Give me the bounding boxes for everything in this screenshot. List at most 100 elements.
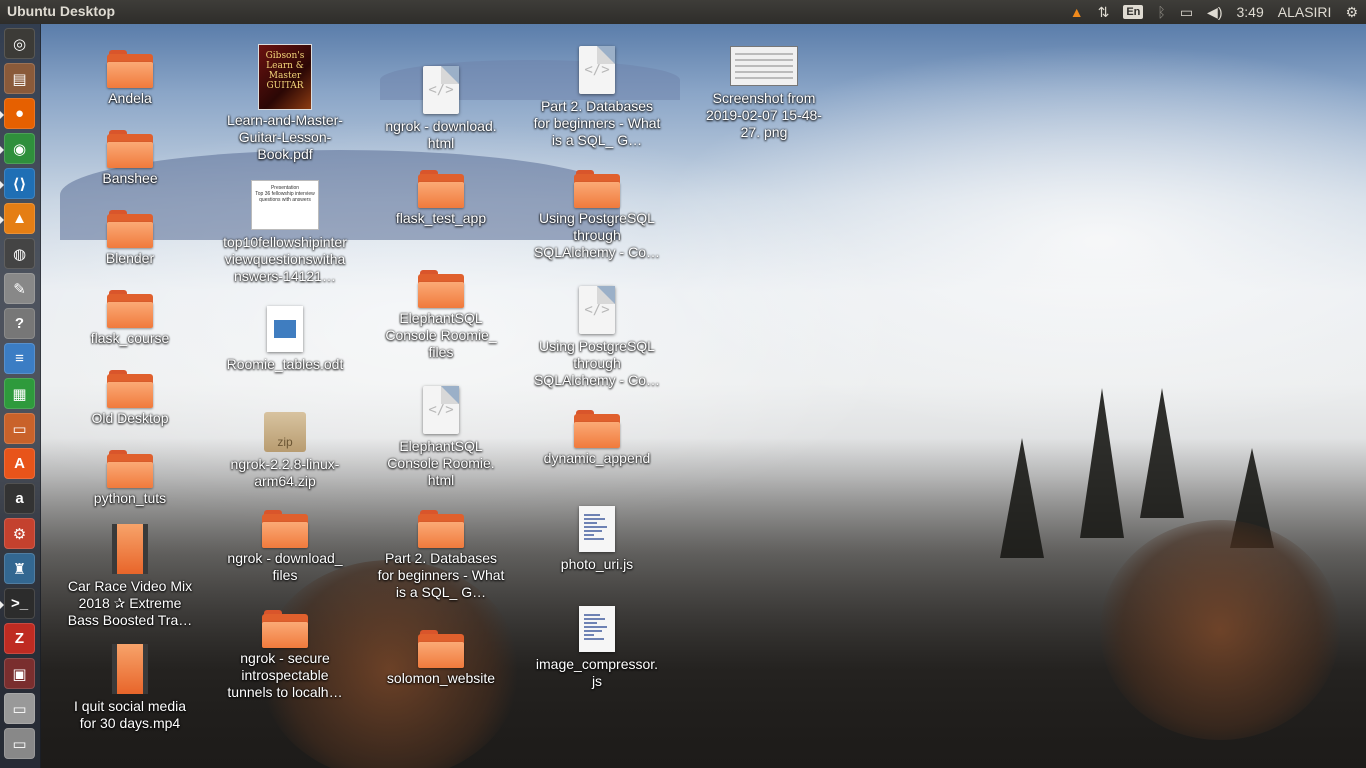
volume-icon[interactable]: ◀) [1207, 0, 1222, 24]
gear-icon[interactable]: ⚙ [1345, 0, 1358, 24]
thumbnail-text: Top 36 fellowship interview questions wi… [255, 191, 315, 203]
launcher-help-icon[interactable]: ? [4, 308, 35, 339]
javascript-file-icon [579, 506, 615, 552]
desktop-icon-label: Screenshot from 2019-02-07 15-48-27. png [706, 90, 822, 140]
launcher-drive-icon[interactable]: ▭ [4, 693, 35, 724]
launcher-software-center-icon[interactable]: A [4, 448, 35, 479]
bluetooth-icon[interactable]: ᛒ [1157, 0, 1165, 24]
desktop-icon-elephant-files[interactable]: ElephantSQL Console Roomie_ files [371, 270, 511, 361]
desktop-icon-photo-uri[interactable]: photo_uri.js [527, 506, 667, 573]
desktop-icon-label: python_tuts [93, 490, 167, 506]
clock[interactable]: 3:49 [1236, 0, 1263, 24]
launcher-impress-icon[interactable]: ▭ [4, 413, 35, 444]
desktop-icon-flask-test[interactable]: flask_test_app [371, 170, 511, 227]
launcher-drive2-icon[interactable]: ▭ [4, 728, 35, 759]
launcher-writer-icon[interactable]: ≡ [4, 343, 35, 374]
zip-icon-text: zip [277, 435, 293, 449]
desktop-icon-ngrok-zip[interactable]: zip ngrok-2.2.8-linux-arm64.zip [215, 410, 355, 490]
autumn-tree [1100, 520, 1340, 740]
desktop-icon-ngrok-secure[interactable]: ngrok - secure introspectable tunnels to… [215, 610, 355, 701]
launcher-postgres-icon[interactable]: ♜ [4, 553, 35, 584]
launcher-vlc-icon[interactable]: ▲ [0, 203, 35, 234]
html-file-icon: </> [423, 66, 459, 114]
launcher-filezilla-icon[interactable]: Z [4, 623, 35, 654]
launcher-amazon-icon[interactable]: a [4, 483, 35, 514]
desktop-icon-label: I quit social media for 30 days.mp4 [73, 698, 187, 731]
odt-file-icon [267, 306, 303, 352]
desktop-icon-label: ngrok - secure introspectable tunnels to… [227, 650, 343, 700]
desktop-icon-label: Learn-and-Master-Guitar-Lesson-Book.pdf [227, 112, 343, 162]
html-file-icon: </> [579, 286, 615, 334]
network-icon[interactable]: ⇅ [1098, 0, 1110, 24]
desktop-icon-postgres-html[interactable]: </> Using PostgreSQL through SQLAlchemy -… [527, 286, 667, 389]
desktop-icon-screenshot[interactable]: Screenshot from 2019-02-07 15-48-27. png [694, 46, 834, 141]
desktop-icon-label: ngrok - download. html [385, 118, 497, 151]
folder-icon [262, 510, 308, 548]
pine-tree [1080, 388, 1124, 538]
desktop-background [0, 0, 1366, 768]
launcher-editor-icon[interactable]: ✎ [4, 273, 35, 304]
desktop-icon-label: Old Desktop [91, 410, 169, 426]
desktop-icon-elephant-html[interactable]: </> ElephantSQL Console Roomie. html [371, 386, 511, 489]
desktop-icon-label: dynamic_append [543, 450, 651, 466]
folder-icon [574, 170, 620, 208]
launcher-settings-icon[interactable]: ⚙ [4, 518, 35, 549]
desktop-icon-roomie-odt[interactable]: Roomie_tables.odt [215, 306, 355, 373]
desktop-icon-label: Andela [108, 90, 152, 106]
desktop-icon-label: Part 2. Databases for beginners - What i… [533, 98, 661, 148]
launcher-vscode-icon[interactable]: ⟨⟩ [0, 168, 35, 199]
folder-icon [574, 410, 620, 448]
video-file-icon [112, 644, 148, 694]
folder-icon [107, 450, 153, 488]
launcher-files-icon[interactable]: ▤ [4, 63, 35, 94]
desktop-icon-part2-html[interactable]: </> Part 2. Databases for beginners - Wha… [527, 46, 667, 149]
desktop-icon-flask-course[interactable]: flask_course [60, 290, 200, 347]
folder-icon [418, 270, 464, 308]
desktop-icon-label: top10fellowshipinterviewquestionswithans… [223, 234, 347, 284]
image-thumbnail-icon [730, 46, 798, 86]
desktop-icon-andela[interactable]: Andela [60, 50, 200, 107]
folder-icon [107, 290, 153, 328]
desktop-icon-car-race[interactable]: Car Race Video Mix 2018 ✰ Extreme Bass B… [60, 524, 200, 629]
desktop-icon-guitar-pdf[interactable]: Gibson's Learn & Master GUITAR Learn-and-… [215, 44, 355, 163]
launcher-ubuntu-dash-icon[interactable]: ◎ [4, 28, 35, 59]
desktop-icon-ngrok-files[interactable]: ngrok - download_ files [215, 510, 355, 584]
desktop-icon-postgres-folder[interactable]: Using PostgreSQL through SQLAlchemy - Co… [527, 170, 667, 261]
desktop-icon-image-compressor[interactable]: image_compressor. js [527, 606, 667, 690]
desktop-icon-ngrok-html[interactable]: </> ngrok - download. html [371, 66, 511, 152]
desktop-icon-label: ElephantSQL Console Roomie_ files [385, 310, 497, 360]
folder-icon [107, 370, 153, 408]
folder-icon [107, 210, 153, 248]
desktop-icon-label: Part 2. Databases for beginners - What i… [377, 550, 505, 600]
javascript-file-icon [579, 606, 615, 652]
launcher-calc-icon[interactable]: ▦ [4, 378, 35, 409]
keyboard-layout-indicator[interactable]: En [1123, 0, 1144, 24]
folder-icon [107, 50, 153, 88]
desktop-icon-part2-folder[interactable]: Part 2. Databases for beginners - What i… [371, 510, 511, 601]
desktop-icon-label: Roomie_tables.odt [226, 356, 344, 372]
desktop-icon-label: solomon_website [386, 670, 496, 686]
launcher-media-player-icon[interactable]: ◍ [4, 238, 35, 269]
zip-archive-icon: zip [264, 412, 306, 452]
launcher-firefox-icon[interactable]: ● [0, 98, 35, 129]
desktop-icon-quit-social[interactable]: I quit social media for 30 days.mp4 [60, 644, 200, 732]
html-file-icon: </> [579, 46, 615, 94]
desktop-icon-label: Using PostgreSQL through SQLAlchemy - Co… [533, 338, 661, 388]
desktop-icon-label: ngrok-2.2.8-linux-arm64.zip [230, 456, 340, 489]
launcher-app-icon[interactable]: ▣ [4, 658, 35, 689]
desktop-icon-fellowship[interactable]: Presentation Top 36 fellowship interview … [215, 180, 355, 285]
vlc-indicator-icon[interactable]: ▲ [1070, 0, 1084, 24]
battery-icon[interactable]: ▭ [1180, 0, 1193, 24]
desktop-icon-banshee[interactable]: Banshee [60, 130, 200, 187]
desktop-icon-solomon[interactable]: solomon_website [371, 630, 511, 687]
launcher-terminal-icon[interactable]: >_ [0, 588, 35, 619]
launcher-chrome-icon[interactable]: ◉ [0, 133, 35, 164]
desktop-icon-label: flask_test_app [395, 210, 487, 226]
desktop-icon-python-tuts[interactable]: python_tuts [60, 450, 200, 507]
desktop-icon-label: Blender [105, 250, 155, 266]
desktop-icon-old-desktop[interactable]: Old Desktop [60, 370, 200, 427]
desktop-icon-blender[interactable]: Blender [60, 210, 200, 267]
desktop-icon-dynamic-append[interactable]: dynamic_append [527, 410, 667, 467]
pine-tree [1140, 388, 1184, 518]
user-name[interactable]: ALASIRI [1278, 0, 1332, 24]
